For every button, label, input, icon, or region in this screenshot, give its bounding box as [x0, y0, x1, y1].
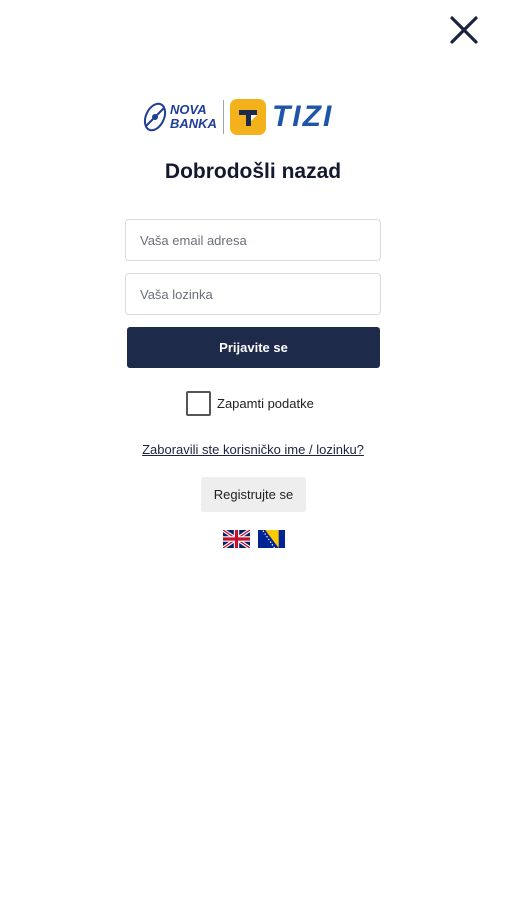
- language-switcher: [223, 530, 285, 548]
- tizi-badge-icon: [229, 99, 266, 135]
- tizi-wordmark: TIZI: [271, 100, 334, 133]
- page-title: Dobrodošli nazad: [164, 160, 342, 183]
- bosnia-flag-icon[interactable]: [258, 530, 285, 548]
- close-icon: [450, 16, 478, 44]
- email-field[interactable]: [125, 219, 381, 261]
- register-button[interactable]: Registrujte se: [201, 477, 306, 512]
- nova-banka-logo: NOVA BANKA: [142, 97, 217, 137]
- nova-banka-swirl-icon: [143, 102, 167, 132]
- login-button[interactable]: Prijavite se: [127, 327, 380, 368]
- close-button[interactable]: [444, 10, 484, 50]
- password-field[interactable]: [125, 273, 381, 315]
- remember-checkbox[interactable]: [186, 391, 211, 416]
- remember-label: Zapamti podatke: [217, 396, 314, 411]
- uk-flag-icon[interactable]: [223, 530, 250, 548]
- nova-line-2: BANKA: [170, 116, 217, 131]
- forgot-credentials: Zaboravili ste korisničko ime / lozinku?: [0, 441, 506, 459]
- forgot-credentials-link[interactable]: Zaboravili ste korisničko ime / lozinku?: [142, 442, 364, 457]
- nova-line-1: NOVA: [170, 102, 207, 117]
- remember-me[interactable]: Zapamti podatke: [186, 391, 314, 416]
- logo-divider: [222, 100, 224, 134]
- brand-logos: NOVA BANKA TIZI: [142, 94, 364, 140]
